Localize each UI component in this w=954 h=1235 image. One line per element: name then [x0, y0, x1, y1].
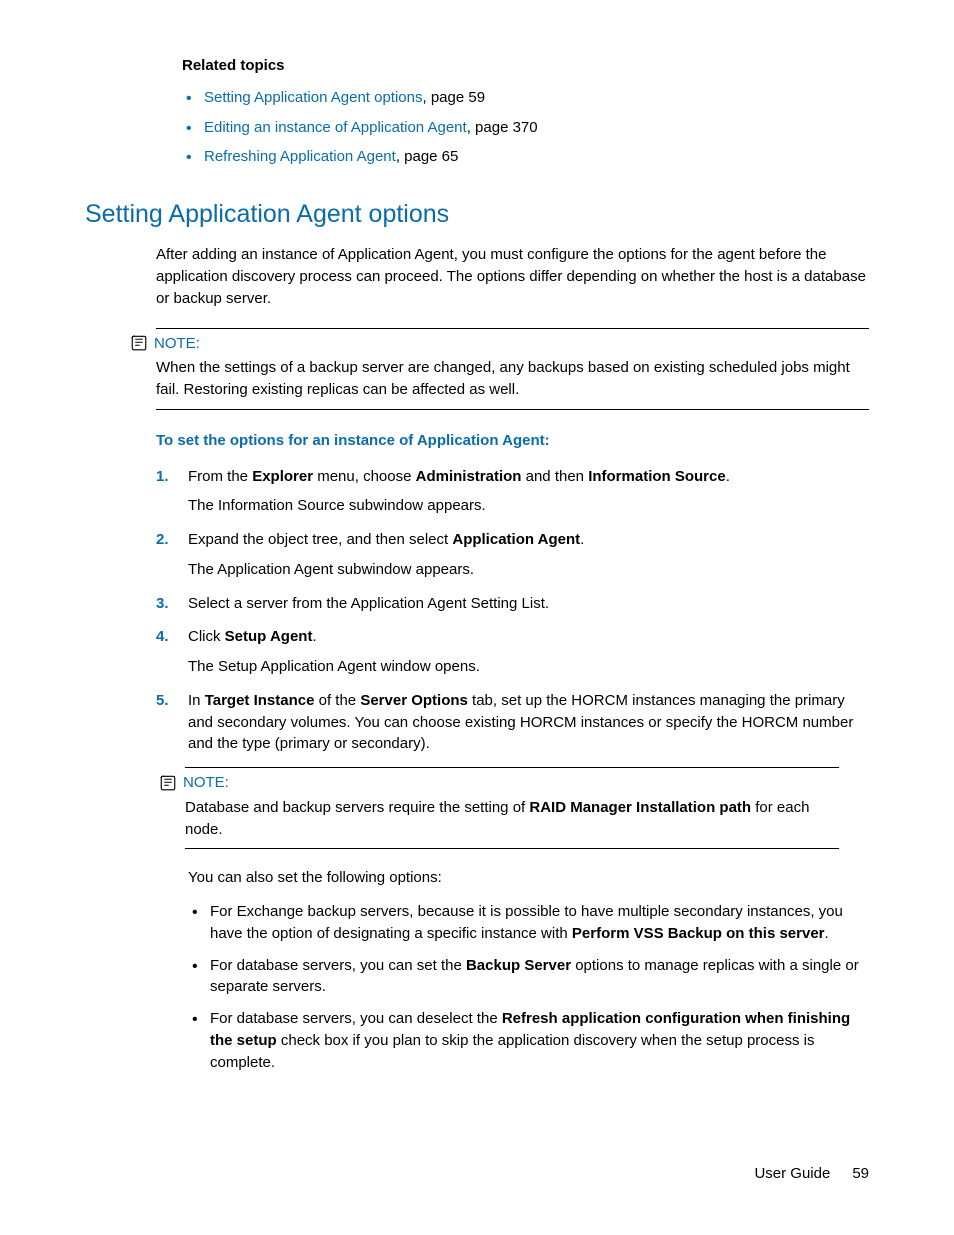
options-list: For Exchange backup servers, because it …: [188, 901, 869, 1073]
options-intro: You can also set the following options:: [188, 867, 869, 889]
note-body: When the settings of a backup server are…: [156, 357, 869, 401]
list-item: For Exchange backup servers, because it …: [188, 901, 869, 945]
procedure-heading: To set the options for an instance of Ap…: [156, 430, 869, 452]
note-body: Database and backup servers require the …: [185, 797, 839, 841]
step-result: The Application Agent subwindow appears.: [188, 559, 869, 581]
footer-label: User Guide: [754, 1165, 830, 1182]
steps-list: From the Explorer menu, choose Administr…: [156, 466, 869, 756]
list-item: For database servers, you can deselect t…: [188, 1008, 869, 1073]
divider: [185, 848, 839, 849]
related-link[interactable]: Editing an instance of Application Agent: [204, 119, 467, 136]
note-icon: [159, 774, 177, 792]
related-suffix: , page 370: [467, 119, 538, 136]
step-item: Expand the object tree, and then select …: [156, 529, 869, 581]
note-label: NOTE:: [183, 772, 229, 794]
step-item: In Target Instance of the Server Options…: [156, 690, 869, 755]
step-text: Expand the object tree, and then select …: [188, 531, 584, 548]
note-block: NOTE: When the settings of a backup serv…: [156, 328, 869, 410]
step-result: The Setup Application Agent window opens…: [188, 656, 869, 678]
page-number: 59: [852, 1165, 869, 1182]
note-block: NOTE: Database and backup servers requir…: [185, 767, 839, 849]
list-item: Editing an instance of Application Agent…: [182, 117, 869, 139]
list-item: Setting Application Agent options, page …: [182, 87, 869, 109]
divider: [156, 328, 869, 329]
step-item: Select a server from the Application Age…: [156, 593, 869, 615]
note-icon: [130, 334, 148, 352]
step-item: Click Setup Agent. The Setup Application…: [156, 626, 869, 678]
related-link[interactable]: Setting Application Agent options: [204, 89, 423, 106]
step-result: The Information Source subwindow appears…: [188, 495, 869, 517]
note-label: NOTE:: [154, 333, 200, 355]
related-suffix: , page 59: [423, 89, 486, 106]
related-link[interactable]: Refreshing Application Agent: [204, 148, 396, 165]
step-item: From the Explorer menu, choose Administr…: [156, 466, 869, 518]
section-title: Setting Application Agent options: [85, 196, 869, 232]
page-footer: User Guide 59: [754, 1163, 869, 1185]
divider: [185, 767, 839, 768]
related-suffix: , page 65: [396, 148, 459, 165]
divider: [156, 409, 869, 410]
list-item: Refreshing Application Agent, page 65: [182, 146, 869, 168]
related-topics-list: Setting Application Agent options, page …: [182, 87, 869, 168]
step-text: Click Setup Agent.: [188, 628, 317, 645]
step-text: In Target Instance of the Server Options…: [188, 692, 853, 753]
list-item: For database servers, you can set the Ba…: [188, 955, 869, 999]
related-topics-heading: Related topics: [182, 55, 869, 77]
step-text: From the Explorer menu, choose Administr…: [188, 468, 730, 485]
intro-paragraph: After adding an instance of Application …: [156, 244, 869, 309]
step-text: Select a server from the Application Age…: [188, 595, 549, 612]
